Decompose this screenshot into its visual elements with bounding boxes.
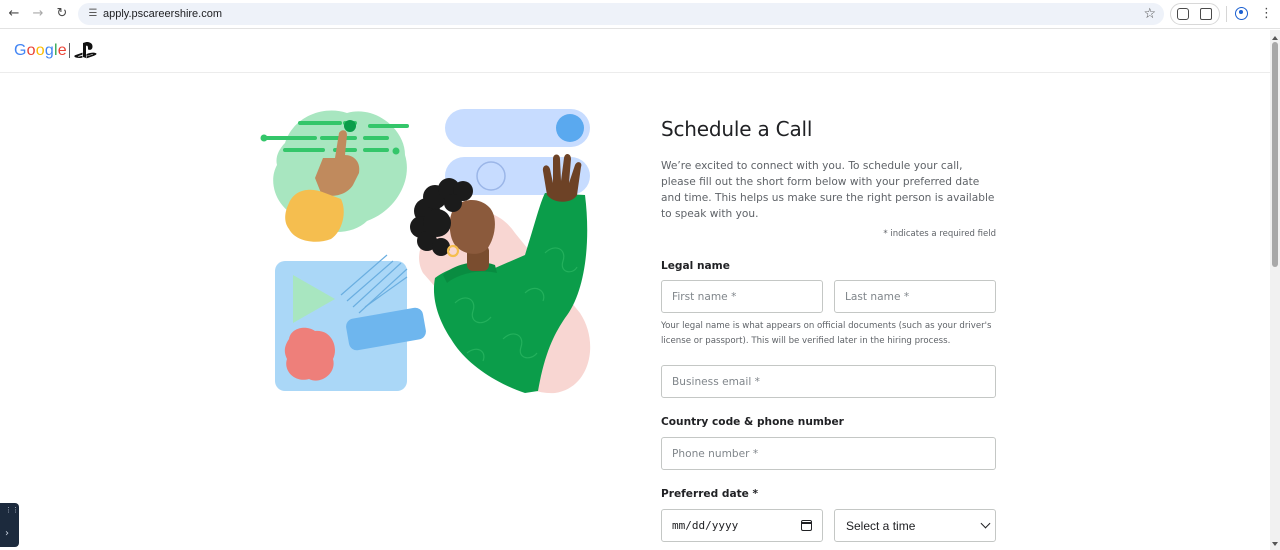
phone-label: Country code & phone number (661, 416, 844, 428)
scroll-up-arrow-icon[interactable] (1272, 36, 1278, 40)
page-scrollbar[interactable] (1270, 30, 1280, 550)
forward-arrow-icon[interactable]: → (30, 6, 46, 22)
woman-waving-with-ui-shapes-illustration (260, 109, 591, 394)
puzzle-icon[interactable] (1200, 8, 1212, 20)
reload-icon[interactable]: ↻ (54, 6, 70, 22)
phone-number-field[interactable] (661, 437, 996, 470)
red-blob (284, 327, 335, 381)
extensions-group (1170, 3, 1220, 25)
logo-divider (69, 43, 70, 58)
bookmark-star-icon[interactable]: ☆ (1143, 5, 1156, 23)
calendar-icon[interactable] (801, 520, 812, 531)
time-select-value: Select a time (846, 519, 916, 533)
green-dot (260, 134, 268, 142)
google-logo-letter: G (14, 42, 27, 59)
chevron-right-icon: › (5, 528, 9, 539)
browser-toolbar: ← → ↻ ☰ apply.pscareershire.com ☆ ⋮ (0, 0, 1280, 29)
chevron-down-icon (980, 518, 991, 529)
legal-name-label: Legal name (661, 260, 730, 272)
google-logo-letter: o (35, 42, 45, 59)
site-info-icon[interactable]: ☰ (86, 7, 100, 21)
toggle-knob-on (556, 114, 584, 142)
date-value: mm/dd/yyyy (672, 519, 739, 532)
business-email-field[interactable] (661, 365, 996, 398)
playstation-logo-icon[interactable] (74, 42, 98, 60)
google-logo[interactable]: Google (14, 41, 67, 61)
time-select[interactable]: Select a time (834, 509, 996, 542)
back-arrow-icon[interactable]: ← (6, 6, 22, 22)
intro-text: We’re excited to connect with you. To sc… (661, 160, 995, 220)
scroll-down-arrow-icon[interactable] (1272, 542, 1278, 546)
page-title: Schedule a Call (661, 117, 813, 141)
google-logo-letter: g (44, 42, 54, 59)
address-bar[interactable]: ☰ apply.pscareershire.com ☆ (78, 3, 1164, 25)
preferred-date-input[interactable]: mm/dd/yyyy (661, 509, 823, 542)
yellow-sleeve (285, 189, 344, 242)
google-logo-letter: e (57, 42, 67, 59)
site-header: Google (0, 30, 1270, 73)
kebab-menu-icon[interactable]: ⋮ (1260, 6, 1273, 22)
first-name-field[interactable] (661, 280, 823, 313)
legal-name-helper-text: Your legal name is what appears on offic… (661, 321, 992, 346)
toolbar-divider (1226, 6, 1227, 22)
green-dot (392, 147, 400, 155)
profile-icon[interactable] (1235, 7, 1248, 20)
last-name-field[interactable] (834, 280, 996, 313)
url-text[interactable]: apply.pscareershire.com (103, 6, 222, 22)
green-dot-touch (344, 120, 356, 132)
grip-dots-icon: ⋮⋮ (5, 506, 19, 514)
required-field-note: * indicates a required field (883, 229, 996, 239)
google-logo-letter: o (26, 42, 36, 59)
preferred-date-label: Preferred date * (661, 488, 759, 500)
scrollbar-thumb[interactable] (1272, 42, 1278, 267)
extension-icon[interactable] (1177, 8, 1189, 20)
side-panel-toggle[interactable]: ⋮⋮ › (0, 503, 19, 547)
